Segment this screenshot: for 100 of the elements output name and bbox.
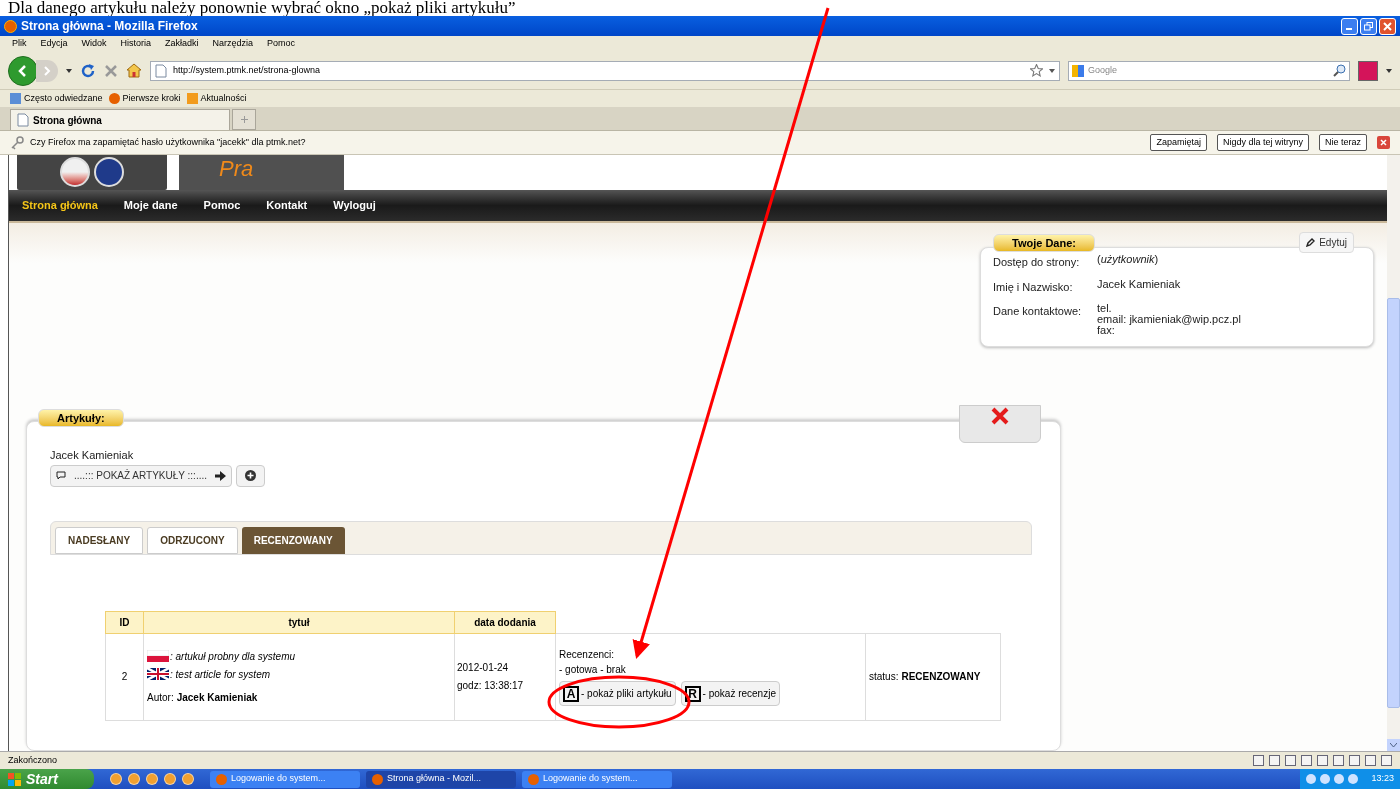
window-icon xyxy=(372,773,383,785)
status-value: RECENZOWANY xyxy=(901,670,981,684)
taskbar-window-button[interactable]: Strona główna - Mozil... xyxy=(366,770,516,788)
quick-launch-icon[interactable] xyxy=(182,773,194,785)
bookmark-link[interactable]: Często odwiedzane xyxy=(24,91,103,106)
addon-icon[interactable] xyxy=(1381,755,1392,766)
menu-item[interactable]: Edycja xyxy=(40,37,68,51)
notification-button[interactable]: Nigdy dla tej witryny xyxy=(1216,134,1309,151)
status-tab[interactable]: ODRZUCONY xyxy=(147,526,238,554)
bookmark-link[interactable]: Aktualności xyxy=(200,91,247,106)
show-articles-button[interactable]: ....::: POKAŻ ARTYKUŁY :::.... xyxy=(50,464,232,487)
nav-link[interactable]: Strona główna xyxy=(22,197,98,214)
close-button[interactable] xyxy=(1379,17,1396,35)
browser-tab[interactable]: Strona główna xyxy=(10,109,230,130)
quick-launch-icon[interactable] xyxy=(164,773,176,785)
key-icon xyxy=(10,135,24,150)
scrollbar-thumb[interactable] xyxy=(1387,297,1400,708)
close-button[interactable] xyxy=(1377,136,1390,149)
quick-launch-icon[interactable] xyxy=(146,773,158,785)
menu-item[interactable]: Widok xyxy=(81,37,107,51)
search-engine-icon[interactable] xyxy=(1072,64,1084,77)
notification-message: Czy Firefox ma zapamiętać hasło użytkownika "jacekk" dla ptmk.net? xyxy=(30,135,306,149)
addon-icon[interactable] xyxy=(1301,755,1312,766)
menu-item[interactable]: Plik xyxy=(12,37,27,51)
clock: 13:23 xyxy=(1371,772,1394,786)
field-value: email: jkamieniak@wip.pcz.pl xyxy=(1097,314,1241,325)
letter-key-icon: R xyxy=(684,685,701,702)
maximize-button[interactable] xyxy=(1360,17,1377,35)
field-value: fax: xyxy=(1097,325,1116,336)
browser-logo-icon xyxy=(4,19,17,33)
addon-icon[interactable] xyxy=(1285,755,1296,766)
address-text: http://system.ptmk.net/strona-glowna xyxy=(173,63,321,77)
notification-button[interactable]: Zapamiętaj xyxy=(1150,134,1207,151)
instruction-caption: Dla danego artykułu należy ponownie wybrać okno „pokaż pliki artykułu” xyxy=(7,0,517,16)
addon-icon[interactable] xyxy=(1269,755,1280,766)
menu-item[interactable]: Historia xyxy=(120,37,152,51)
date-text: 2012-01-24 xyxy=(457,661,510,675)
field-label: Dane kontaktowe: xyxy=(993,304,1083,319)
start-button[interactable]: Start xyxy=(0,769,94,789)
menu-item[interactable]: Pomoc xyxy=(267,37,296,51)
right-arrow-icon xyxy=(215,470,226,481)
address-field[interactable]: http://system.ptmk.net/strona-glowna xyxy=(150,60,1060,81)
close-icon xyxy=(1383,21,1392,31)
dropdown-caret-icon[interactable] xyxy=(66,68,72,73)
file-action-button[interactable]: R - pokaż recenzje xyxy=(680,681,780,706)
taskbar-window-button[interactable]: Logowanie do system... xyxy=(522,770,672,788)
field-label: Imię i Nazwisko: xyxy=(993,279,1074,295)
page-icon xyxy=(17,113,29,127)
scroll-down-button[interactable] xyxy=(1387,739,1400,751)
user-name: Jacek Kamieniak xyxy=(50,448,135,463)
notification-button[interactable]: Nie teraz xyxy=(1319,134,1367,151)
status-tab[interactable]: RECENZOWANY xyxy=(241,526,345,554)
bookmark-icon xyxy=(10,93,21,104)
window-icon xyxy=(216,773,227,785)
file-action-button[interactable]: A - pokaż pliki artykułu xyxy=(559,681,676,706)
nav-link[interactable]: Pomoc xyxy=(203,197,241,214)
time-text: godz: 13:38:17 xyxy=(457,679,525,693)
taskbar-window-button[interactable]: Logowanie do system... xyxy=(210,770,360,788)
edit-button[interactable]: Edytuj xyxy=(1299,232,1354,253)
menu-item[interactable]: Zakładki xyxy=(165,37,199,51)
close-icon xyxy=(1380,139,1387,146)
reload-icon[interactable] xyxy=(80,62,96,79)
quick-launch-icon[interactable] xyxy=(110,773,122,785)
search-field[interactable]: Google xyxy=(1068,60,1350,81)
dropdown-caret-icon[interactable] xyxy=(1049,68,1055,73)
addon-icon[interactable] xyxy=(1349,755,1360,766)
status-label: status: xyxy=(869,670,899,684)
author-name: Jacek Kamieniak xyxy=(176,690,258,705)
bookmark-icon xyxy=(108,93,120,104)
close-icon xyxy=(990,406,1010,426)
menu-item[interactable]: Narzędzia xyxy=(212,37,254,51)
star-icon[interactable] xyxy=(1030,64,1043,77)
article-title: : artukuł probny dla systemu xyxy=(170,649,296,664)
reviewers-label: Recenzenci: xyxy=(559,648,616,662)
field-value: tel. xyxy=(1097,303,1113,314)
windows-logo-icon xyxy=(8,772,22,786)
addon-icon[interactable] xyxy=(1333,755,1344,766)
search-input[interactable]: Google xyxy=(1088,63,1329,78)
home-icon[interactable] xyxy=(126,63,142,78)
addon-icon[interactable] xyxy=(1253,755,1264,766)
nav-link[interactable]: Kontakt xyxy=(266,197,308,214)
scrollbar[interactable] xyxy=(1387,155,1400,751)
addon-icon[interactable] xyxy=(1365,755,1376,766)
status-tab[interactable]: NADESŁANY xyxy=(55,526,144,554)
quick-launch-icon[interactable] xyxy=(128,773,140,785)
delete-tab[interactable] xyxy=(959,405,1041,443)
search-icon[interactable] xyxy=(1333,64,1346,77)
addon-logo-icon[interactable] xyxy=(1358,60,1378,81)
nav-link[interactable]: Wyloguj xyxy=(333,197,376,214)
minimize-button[interactable] xyxy=(1341,17,1358,35)
nav-link[interactable]: Moje dane xyxy=(123,197,178,214)
addon-icon[interactable] xyxy=(1317,755,1328,766)
add-button[interactable] xyxy=(236,464,265,487)
articles-title-badge: Artykuły: xyxy=(38,409,124,427)
back-button[interactable] xyxy=(8,55,38,86)
pencil-icon xyxy=(1306,238,1316,247)
polish-flag-icon[interactable] xyxy=(60,157,90,188)
dropdown-caret-icon[interactable] xyxy=(1386,68,1392,73)
bookmark-link[interactable]: Pierwsze kroki xyxy=(122,91,181,106)
field-label: Dostęp do strony: xyxy=(993,255,1081,270)
